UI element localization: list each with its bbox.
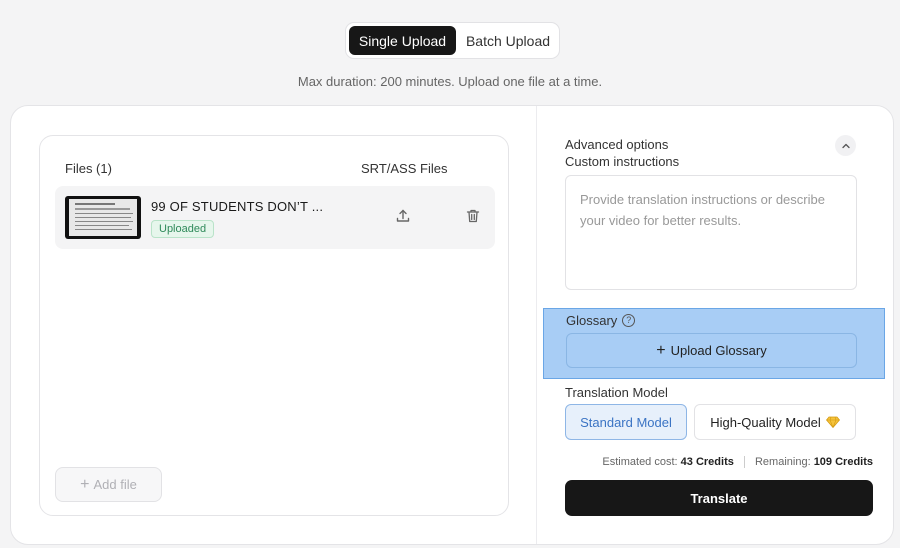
remaining-label: Remaining: [754, 456, 811, 468]
upload-glossary-label: Upload Glossary [670, 343, 767, 358]
cost-separator [743, 456, 745, 469]
single-upload-tab[interactable]: Single Upload [349, 26, 456, 55]
remaining-value: 109 Credits [813, 456, 873, 468]
batch-upload-tab[interactable]: Batch Upload [460, 26, 556, 55]
standard-model-button[interactable]: Standard Model [565, 404, 687, 440]
srt-ass-header: SRT/ASS Files [361, 161, 448, 176]
estimated-cost-value: 43 Credits [680, 456, 734, 468]
custom-instructions-label: Custom instructions [565, 154, 680, 169]
upload-card: Files (1) SRT/ASS Files 99 OF STUDENTS D… [10, 105, 894, 545]
file-name: 99 OF STUDENTS DON’T ... [151, 199, 324, 214]
glossary-section: Glossary ? + Upload Glossary [543, 308, 885, 379]
plus-icon: + [80, 475, 90, 493]
estimated-cost-label: Estimated cost: [602, 456, 678, 468]
video-thumbnail [65, 196, 141, 239]
collapse-advanced-button[interactable] [835, 135, 856, 156]
files-count-header: Files (1) [65, 161, 112, 176]
advanced-options-title: Advanced options [565, 137, 669, 152]
glossary-label: Glossary [566, 313, 618, 328]
high-quality-model-button[interactable]: High-Quality Model [694, 404, 856, 440]
help-icon[interactable]: ? [622, 314, 636, 327]
upload-subtitle-icon[interactable] [395, 208, 411, 224]
plus-icon: + [656, 341, 666, 359]
diamond-icon [825, 416, 840, 428]
add-file-button[interactable]: + Add file [55, 467, 162, 502]
upload-glossary-button[interactable]: + Upload Glossary [566, 333, 857, 368]
add-file-label: Add file [93, 477, 137, 492]
translate-button[interactable]: Translate [565, 480, 873, 516]
standard-model-label: Standard Model [580, 414, 672, 430]
trash-icon[interactable] [465, 208, 481, 224]
upload-mode-toggle: Single Upload Batch Upload [345, 22, 560, 59]
panel-divider [536, 106, 537, 544]
files-panel: Files (1) SRT/ASS Files 99 OF STUDENTS D… [39, 135, 509, 516]
duration-hint: Max duration: 200 minutes. Upload one fi… [297, 74, 603, 89]
file-row: 99 OF STUDENTS DON’T ... Uploaded [55, 186, 495, 249]
high-quality-model-label: High-Quality Model [710, 414, 821, 430]
custom-instructions-input[interactable] [565, 175, 857, 290]
cost-summary: Estimated cost: 43 Credits Remaining: 10… [531, 456, 873, 469]
chevron-up-icon [841, 143, 850, 148]
translation-model-label: Translation Model [565, 385, 668, 400]
status-badge: Uploaded [151, 220, 215, 238]
